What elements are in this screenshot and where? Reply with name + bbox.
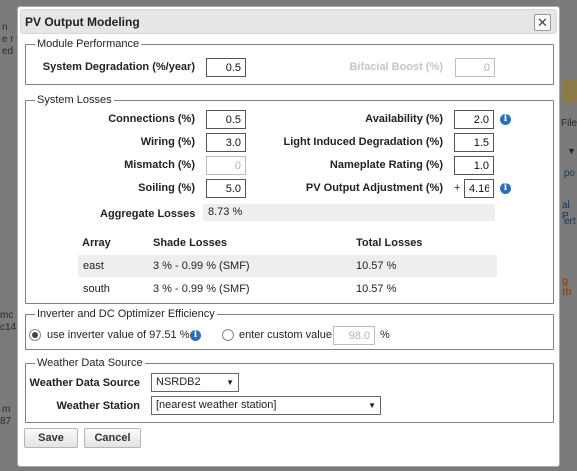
info-icon[interactable]: i xyxy=(500,114,511,125)
array-column-header: Array xyxy=(82,237,111,249)
cancel-button[interactable]: Cancel xyxy=(84,428,141,448)
total-losses-cell: 10.57 % xyxy=(356,283,397,295)
shade-losses-cell: 3 % - 0.99 % (SMF) xyxy=(153,260,250,272)
table-row: south 3 % - 0.99 % (SMF) 10.57 % xyxy=(78,278,497,300)
background-text: n xyxy=(2,22,8,33)
total-losses-cell: 10.57 % xyxy=(356,260,397,272)
shade-losses-cell: 3 % - 0.99 % (SMF) xyxy=(153,283,250,295)
availability-input[interactable] xyxy=(454,110,494,129)
background-text: mc xyxy=(0,310,14,321)
background-text: c14 xyxy=(0,322,17,333)
background-banner xyxy=(562,80,577,102)
pv-output-adjustment-input[interactable] xyxy=(464,179,494,198)
dialog-titlebar: PV Output Modeling ✕ xyxy=(20,9,557,34)
connections-input[interactable] xyxy=(206,110,246,129)
weather-station-label: Weather Station xyxy=(56,400,140,412)
array-cell: south xyxy=(83,283,110,295)
system-degradation-label: System Degradation (%/year) xyxy=(42,61,195,73)
mismatch-label: Mismatch (%) xyxy=(124,159,195,171)
background-text: g th xyxy=(562,276,572,298)
background-left-panel xyxy=(0,0,16,471)
wiring-input[interactable] xyxy=(206,133,246,152)
dropdown-arrow-icon: ▼ xyxy=(368,401,376,410)
weather-data-source-label: Weather Data Source xyxy=(29,377,140,389)
use-inverter-value-radio[interactable] xyxy=(29,329,41,341)
weather-data-source-value: NSRDB2 xyxy=(156,376,201,388)
pv-output-adjustment-sign: + xyxy=(454,182,461,194)
aggregate-losses-label: Aggregate Losses xyxy=(100,208,196,220)
availability-label: Availability (%) xyxy=(365,113,443,125)
dialog-title: PV Output Modeling xyxy=(25,15,140,29)
background-link: ert xyxy=(564,216,576,227)
system-degradation-input[interactable] xyxy=(206,58,246,77)
light-induced-degradation-input[interactable] xyxy=(454,133,494,152)
background-text: e r xyxy=(2,34,14,45)
soiling-input[interactable] xyxy=(206,179,246,198)
system-losses-legend: System Losses xyxy=(37,94,112,106)
total-losses-column-header: Total Losses xyxy=(356,237,423,249)
wiring-label: Wiring (%) xyxy=(140,136,195,148)
aggregate-losses-value: 8.73 % xyxy=(203,204,495,221)
bifacial-boost-input[interactable] xyxy=(455,58,495,77)
weather-data-source-select[interactable]: NSRDB2 ▼ xyxy=(151,373,239,392)
soiling-label: Soiling (%) xyxy=(138,182,195,194)
bifacial-boost-label: Bifacial Boost (%) xyxy=(349,61,443,73)
dropdown-arrow-icon: ▼ xyxy=(226,378,234,387)
custom-value-input[interactable] xyxy=(333,326,375,345)
background-text: ed xyxy=(2,46,14,57)
module-performance-legend: Module Performance xyxy=(37,38,140,50)
close-icon: ✕ xyxy=(537,15,548,30)
weather-station-value: [nearest weather station] xyxy=(156,399,277,411)
nameplate-rating-input[interactable] xyxy=(454,156,494,175)
weather-data-source-legend: Weather Data Source xyxy=(37,357,143,369)
info-icon[interactable]: i xyxy=(500,183,511,194)
weather-station-select[interactable]: [nearest weather station] ▼ xyxy=(151,396,381,415)
mismatch-input[interactable] xyxy=(206,156,246,175)
array-cell: east xyxy=(83,260,104,272)
background-text: m xyxy=(2,404,11,415)
save-button[interactable]: Save xyxy=(24,428,78,448)
background-link: po xyxy=(564,168,576,179)
shade-losses-column-header: Shade Losses xyxy=(153,237,227,249)
chevron-down-icon: ▼ xyxy=(567,146,576,156)
custom-value-unit: % xyxy=(380,329,390,341)
close-button[interactable]: ✕ xyxy=(534,14,551,31)
background-right-panel xyxy=(557,0,577,471)
nameplate-rating-label: Nameplate Rating (%) xyxy=(329,159,443,171)
connections-label: Connections (%) xyxy=(108,113,195,125)
background-text: File xyxy=(561,118,577,129)
background-text: 87 xyxy=(0,416,12,427)
info-icon[interactable]: i xyxy=(190,330,201,341)
use-inverter-value-label: use inverter value of 97.51 % xyxy=(47,329,190,341)
pv-output-modeling-dialog: PV Output Modeling ✕ Module Performance … xyxy=(17,6,560,467)
table-row: east 3 % - 0.99 % (SMF) 10.57 % xyxy=(78,255,497,277)
custom-value-label: enter custom value xyxy=(239,329,332,341)
pv-output-adjustment-label: PV Output Adjustment (%) xyxy=(305,182,443,194)
inverter-efficiency-legend: Inverter and DC Optimizer Efficiency xyxy=(37,308,215,320)
light-induced-degradation-label: Light Induced Degradation (%) xyxy=(283,136,444,148)
custom-value-radio[interactable] xyxy=(222,329,234,341)
